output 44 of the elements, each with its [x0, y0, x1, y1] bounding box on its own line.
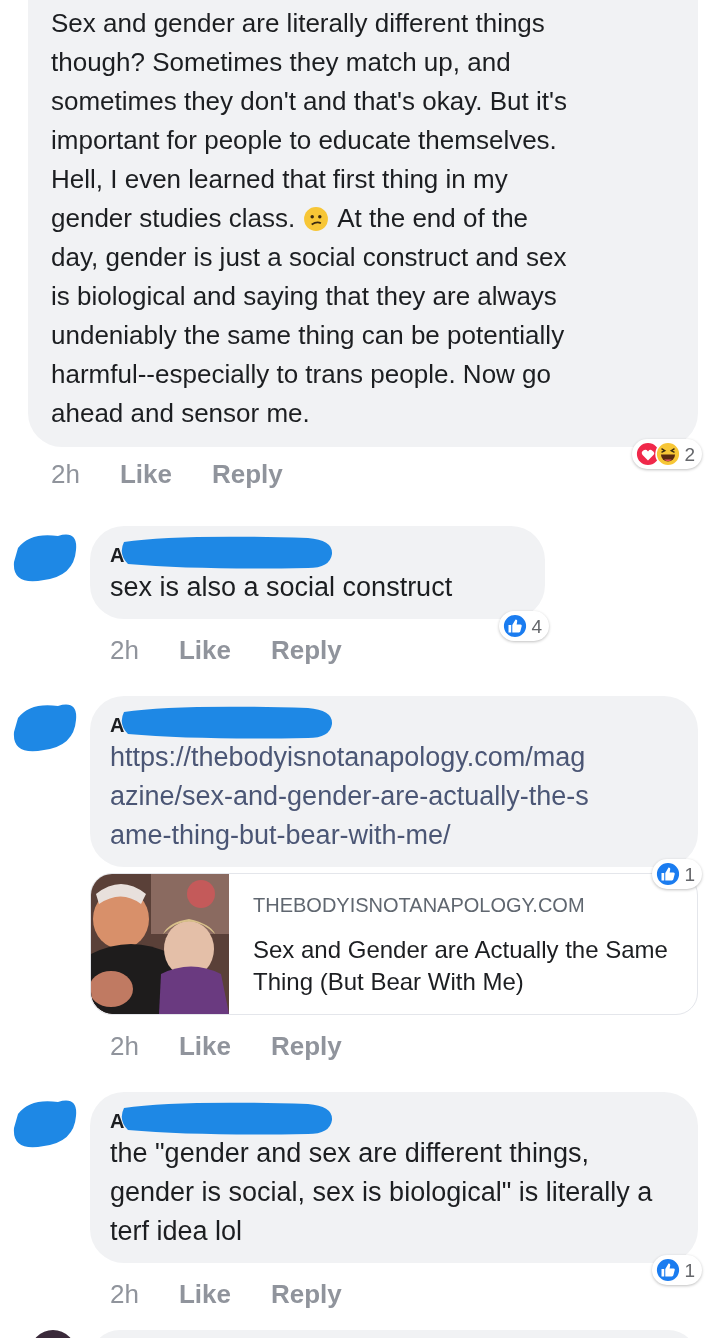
timestamp: 2h — [110, 1278, 139, 1311]
link-domain: THEBODYISNOTANAPOLOGY.COM — [253, 893, 586, 918]
comment-text-line: though? Sometimes they match up, and — [51, 46, 511, 79]
comment-text-line: harmful--especially to trans people. Now go — [51, 358, 552, 391]
like-link[interactable]: Like — [178, 1275, 231, 1314]
comment-text-line: undeniably the same thing can be potentially — [51, 319, 565, 352]
comment-text-line: sometimes they don't and that's okay. But it's — [51, 85, 567, 118]
like-link[interactable]: Like — [178, 631, 231, 670]
reaction-count: 2 — [684, 444, 695, 464]
like-link[interactable]: Like — [119, 455, 172, 494]
comment-text-line: ahead and sensor me. — [51, 397, 310, 430]
reply-link[interactable]: Reply — [270, 631, 342, 670]
comment-text: the "gender and sex are different things, gender is social, sex is biological" is literally a terf idea lol — [110, 1137, 654, 1248]
timestamp: 2h — [51, 458, 80, 491]
comment-text-line: important for people to educate themselves. — [51, 124, 557, 157]
thumbs-up-icon — [655, 1257, 682, 1283]
author-name[interactable]: A — [110, 545, 125, 565]
reaction-count: 1 — [684, 1260, 695, 1280]
comment-text-line: At the end of the — [337, 202, 529, 235]
comment-text-line: Hell, I even learned that first thing in my — [51, 163, 508, 196]
thumbs-up-icon — [655, 861, 682, 887]
like-link[interactable]: Like — [178, 1027, 231, 1066]
reaction-badge[interactable]: 1 — [652, 859, 702, 889]
author-name[interactable]: A — [110, 1111, 125, 1131]
author-name[interactable]: A — [110, 715, 125, 735]
link-url[interactable]: https://thebodyisnotanapology.com/magazine/sex-and-gender-are-actually-the-same-thing-but-bear-with-me/ — [110, 738, 590, 855]
reaction-badge[interactable]: 1 — [652, 1255, 702, 1285]
reply-link[interactable]: Reply — [270, 1027, 342, 1066]
timestamp: 2h — [110, 1030, 139, 1063]
reaction-badge[interactable]: 4 — [499, 611, 549, 641]
reaction-count: 4 — [531, 616, 542, 636]
laughing-face-icon — [655, 441, 682, 467]
comment-text-line: is biological and saying that they are always — [51, 280, 557, 313]
comment-text: sex is also a social construct — [110, 571, 454, 604]
confused-face-icon — [303, 205, 330, 232]
thumbs-up-icon — [502, 613, 529, 639]
comment-text-line: gender studies class. — [51, 202, 296, 235]
comment-text-line: Sex and gender are literally different things — [51, 7, 545, 40]
reaction-badge[interactable]: 2 — [632, 439, 702, 469]
reply-link[interactable]: Reply — [270, 1275, 342, 1314]
timestamp: 2h — [110, 634, 139, 667]
link-title: Sex and Gender are Actually the Same Thing (But Bear With Me) — [253, 935, 669, 997]
reply-link[interactable]: Reply — [211, 455, 283, 494]
comment-text-line: day, gender is just a social construct and sex — [51, 241, 567, 274]
